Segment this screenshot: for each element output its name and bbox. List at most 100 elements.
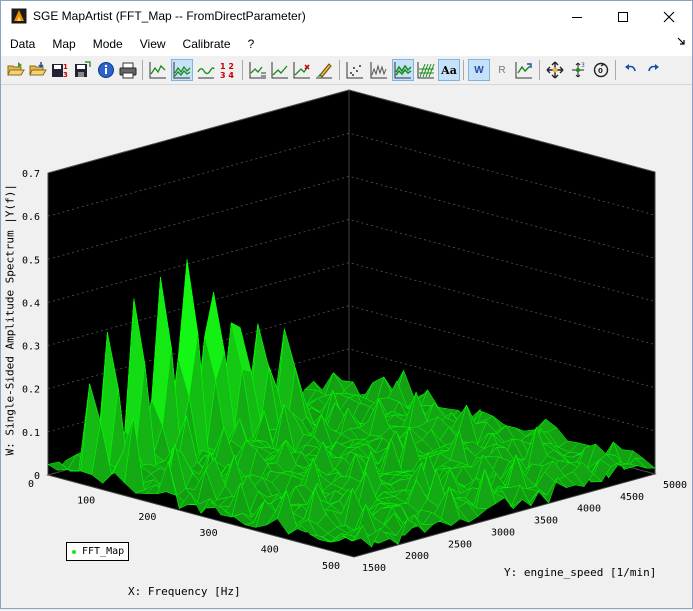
close-button[interactable] — [646, 1, 692, 32]
r-axis-button[interactable]: R — [491, 59, 513, 81]
info-button[interactable] — [95, 59, 117, 81]
surface-chart[interactable]: 0 0.1 0.2 0.3 0.4 0.5 0.6 0.7 0 100 200 300 400 500 15… — [1, 85, 692, 608]
edit-chart-icon — [249, 62, 266, 79]
toolbar-separator — [242, 60, 243, 80]
refresh-chart-icon — [515, 62, 532, 79]
chart-pen-icon — [293, 62, 310, 79]
print-button[interactable] — [117, 59, 139, 81]
undo-button[interactable] — [620, 59, 642, 81]
surface-chart-icon — [173, 62, 191, 79]
print-icon — [119, 62, 137, 79]
grid-mode-button[interactable] — [415, 59, 437, 81]
svg-text:3: 3 — [63, 71, 68, 79]
x-tick-label: 400 — [261, 545, 279, 556]
z-tick-label: 0.6 — [22, 212, 40, 223]
toolbar-separator — [539, 60, 540, 80]
open-folder-button[interactable] — [5, 59, 27, 81]
reset-view-button[interactable]: 0 — [590, 59, 612, 81]
save-numbers-button[interactable]: 13 — [49, 59, 71, 81]
menu-data[interactable]: Data — [1, 32, 43, 56]
menu-map[interactable]: Map — [43, 32, 83, 56]
rotate-axes-icon: 3 — [572, 62, 585, 78]
z-tick-label: 0.1 — [22, 428, 40, 439]
title-bar[interactable]: SGE MapArtist (FFT_Map -- FromDirectPara… — [1, 1, 692, 32]
z-tick-label: 0.4 — [22, 298, 40, 309]
svg-text:0: 0 — [598, 67, 603, 75]
svg-text:1 2: 1 2 — [220, 62, 234, 71]
legend-label: FFT_Map — [82, 546, 125, 557]
maximize-icon — [618, 11, 628, 22]
z-axis-label: W: Single-Sided Amplitude Spectrum |Y(f)… — [3, 183, 17, 456]
minimize-button[interactable] — [554, 1, 600, 32]
surface-mode-icon — [394, 62, 412, 79]
save-numbers-icon: 13 — [52, 63, 68, 79]
y-tick-label: 2000 — [405, 551, 429, 562]
menu-view[interactable]: View — [131, 32, 174, 56]
y-tick-label: 4500 — [620, 492, 644, 503]
chart-pen-button[interactable] — [291, 59, 313, 81]
grid-mode-icon — [417, 62, 435, 79]
rotate-axes-button[interactable]: 3 — [567, 59, 589, 81]
font-icon: Aa — [441, 63, 457, 77]
close-icon — [663, 11, 675, 22]
open-folder-arrow-icon — [29, 62, 47, 76]
menu-bar: Data Map Mode View Calibrate ? — [1, 32, 692, 56]
y-tick-label: 3000 — [491, 527, 515, 538]
z-tick-label: 0.2 — [22, 385, 40, 396]
app-logo-icon — [11, 8, 27, 24]
chart-cross-button[interactable] — [269, 59, 291, 81]
redo-button[interactable] — [642, 59, 664, 81]
surface-mode-button[interactable] — [392, 59, 414, 81]
z-tick-label: 0.3 — [22, 342, 40, 353]
menu-mode[interactable]: Mode — [84, 32, 131, 56]
y-tick-label: 4000 — [577, 504, 601, 515]
y-tick-label: 3500 — [534, 516, 558, 527]
app-window: SGE MapArtist (FFT_Map -- FromDirectPara… — [0, 0, 693, 609]
chevron-down-right-icon[interactable] — [676, 36, 686, 49]
move-button[interactable] — [544, 59, 566, 81]
menu-help[interactable]: ? — [239, 32, 263, 56]
table-numbers-button[interactable]: 1 23 4 — [217, 59, 239, 81]
surface-chart-button[interactable] — [171, 59, 193, 81]
z-tick-label: 0.5 — [22, 255, 40, 266]
redo-icon — [648, 64, 659, 72]
legend-marker — [72, 549, 76, 554]
brush-button[interactable] — [313, 59, 335, 81]
svg-text:1: 1 — [63, 63, 68, 71]
r-axis-icon: R — [498, 64, 506, 76]
save-button[interactable] — [71, 59, 93, 81]
x-tick-label: 0 — [28, 479, 34, 490]
y-tick-label: 1500 — [362, 563, 386, 574]
maximize-button[interactable] — [600, 1, 646, 32]
y-axis-label: Y: engine_speed [1/min] — [504, 566, 657, 579]
brush-icon — [316, 63, 332, 79]
y-tick-label: 5000 — [663, 480, 687, 491]
x-tick-label: 300 — [200, 528, 218, 539]
spikes-button[interactable] — [368, 59, 390, 81]
menu-calibrate[interactable]: Calibrate — [174, 32, 239, 56]
save-icon — [75, 61, 91, 77]
toolbar-separator — [463, 60, 464, 80]
wave-chart-button[interactable] — [195, 59, 217, 81]
refresh-chart-button[interactable] — [513, 59, 535, 81]
wave-chart-icon — [197, 67, 215, 79]
z-tick-label: 0 — [34, 471, 40, 482]
toolbar-separator — [615, 60, 616, 80]
window-title: SGE MapArtist (FFT_Map -- FromDirectPara… — [33, 9, 306, 23]
reset-view-icon: 0 — [593, 62, 609, 78]
edit-chart-button[interactable] — [247, 59, 269, 81]
line-chart-button[interactable] — [147, 59, 169, 81]
toolbar-separator — [339, 60, 340, 80]
x-tick-label: 200 — [138, 512, 156, 523]
x-tick-label: 500 — [322, 561, 340, 572]
w-axis-icon: W — [474, 64, 484, 76]
plot-area[interactable]: 0 0.1 0.2 0.3 0.4 0.5 0.6 0.7 0 100 200 300 400 500 15… — [1, 85, 692, 608]
svg-text:3 4: 3 4 — [220, 71, 234, 79]
z-tick-label: 0.7 — [22, 169, 40, 180]
open-folder-arrow-button[interactable] — [27, 59, 49, 81]
w-axis-button[interactable]: W — [468, 59, 490, 81]
font-button[interactable]: Aa — [438, 59, 460, 81]
minimize-icon — [572, 16, 582, 18]
undo-icon — [625, 64, 636, 72]
scatter-button[interactable] — [344, 59, 366, 81]
